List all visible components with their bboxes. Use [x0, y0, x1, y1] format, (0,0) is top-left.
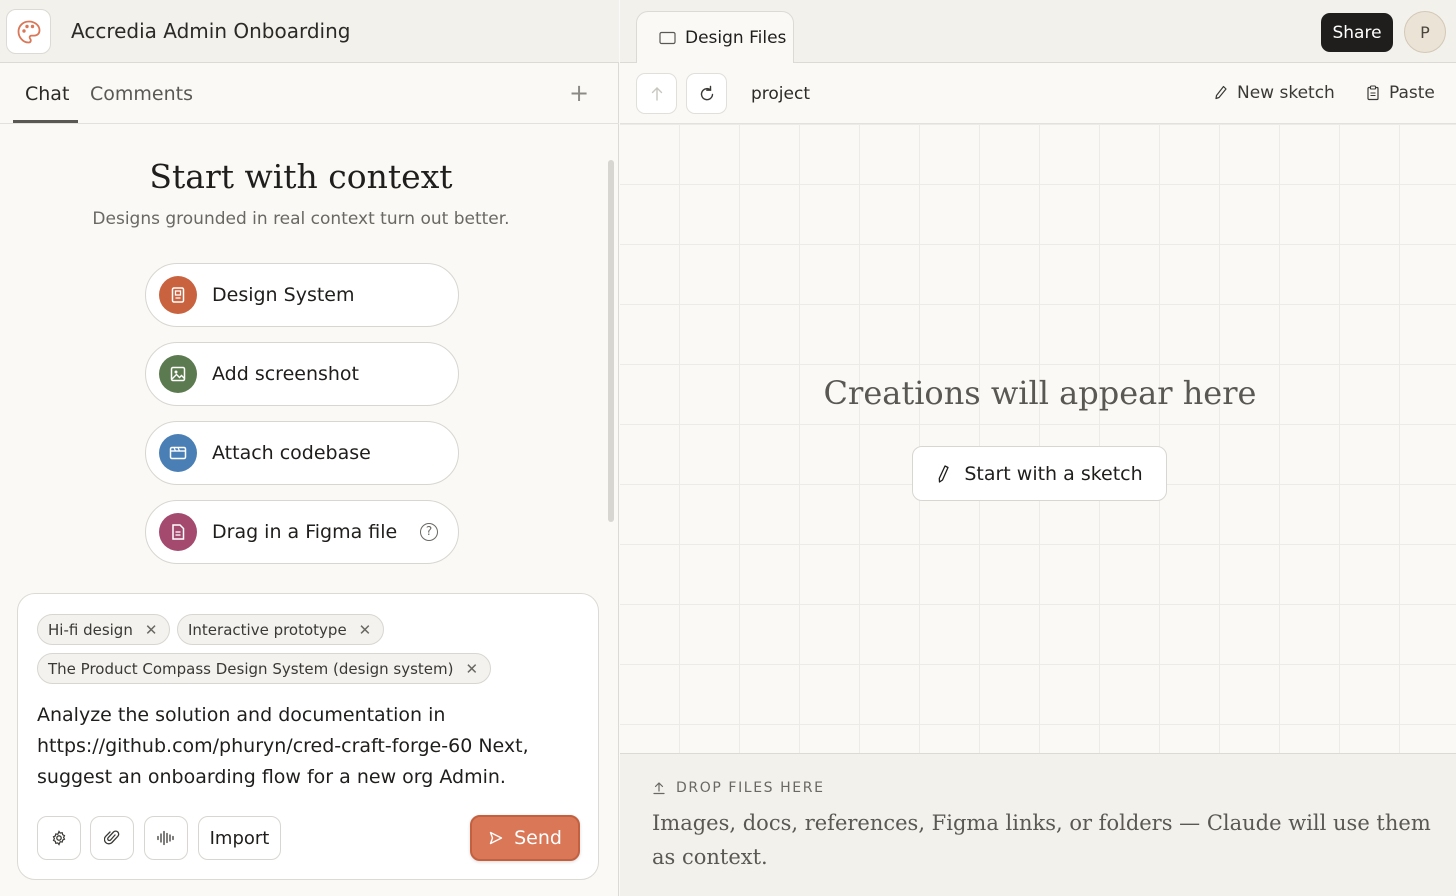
context-heading: Start with context [149, 157, 453, 196]
send-button[interactable]: Send [470, 815, 580, 861]
paperclip-icon [104, 830, 120, 845]
go-up-button[interactable] [636, 73, 677, 114]
clipboard-icon [1367, 85, 1379, 101]
import-button[interactable]: Import [198, 816, 281, 860]
pencil-icon [938, 464, 949, 483]
folder-icon [659, 31, 676, 45]
image-icon [159, 355, 197, 393]
attach-codebase-label: Attach codebase [212, 442, 371, 464]
design-canvas[interactable]: Creations will appear here Start with a … [620, 124, 1456, 753]
active-tab-indicator [13, 120, 78, 123]
composer: Hi-fi design ✕ Interactive prototype ✕ T… [17, 593, 599, 880]
send-icon [489, 831, 503, 845]
app-logo-button[interactable] [6, 9, 51, 54]
close-icon[interactable]: ✕ [465, 660, 478, 678]
palette-icon [17, 20, 40, 43]
add-screenshot-button[interactable]: Add screenshot [145, 342, 459, 406]
paste-button[interactable]: Paste [1366, 83, 1435, 103]
upload-icon [653, 782, 665, 795]
tab-design-files[interactable]: Design Files [636, 11, 794, 64]
close-icon[interactable]: ✕ [359, 621, 372, 639]
drop-zone[interactable]: DROP FILES HERE Images, docs, references… [620, 753, 1456, 896]
attach-button[interactable] [90, 816, 134, 860]
tab-chat[interactable]: Chat [25, 83, 69, 105]
tab-label: Design Files [685, 28, 787, 48]
design-system-label: Design System [212, 284, 355, 306]
start-sketch-button[interactable]: Start with a sketch [912, 446, 1167, 501]
chip-hifi-design: Hi-fi design ✕ [37, 614, 171, 645]
chip-interactive-prototype: Interactive prototype ✕ [177, 614, 385, 645]
chat-panel: Accredia Admin Onboarding Chat Comments … [0, 0, 619, 896]
pencil-icon [1215, 85, 1227, 100]
file-toolbar: project New sketch Paste [620, 63, 1456, 124]
context-subheading: Designs grounded in real context turn ou… [92, 209, 510, 229]
breadcrumb[interactable]: project [751, 84, 810, 104]
figma-file-icon [159, 513, 197, 551]
drop-zone-title: DROP FILES HERE [676, 780, 825, 796]
gear-icon [52, 830, 66, 846]
start-sketch-label: Start with a sketch [964, 462, 1143, 485]
design-system-button[interactable]: Design System [145, 263, 459, 327]
close-icon[interactable]: ✕ [145, 621, 158, 639]
waveform-icon [157, 830, 174, 846]
chip-design-system: The Product Compass Design System (desig… [37, 653, 492, 684]
chat-topbar: Accredia Admin Onboarding [0, 0, 619, 63]
refresh-button[interactable] [686, 73, 727, 114]
scrollbar[interactable] [608, 160, 614, 522]
paste-label: Paste [1389, 83, 1435, 103]
settings-button[interactable] [37, 816, 81, 860]
attach-codebase-button[interactable]: Attach codebase [145, 421, 459, 485]
chip-label: The Product Compass Design System (desig… [48, 659, 454, 678]
drop-zone-description: Images, docs, references, Figma links, o… [652, 811, 1431, 869]
empty-state-title: Creations will appear here [823, 374, 1257, 412]
design-system-icon [159, 276, 197, 314]
new-sketch-label: New sketch [1237, 83, 1335, 103]
arrow-up-icon [651, 86, 662, 101]
prompt-input[interactable]: Analyze the solution and documentation i… [37, 700, 577, 793]
app-title: Accredia Admin Onboarding [71, 19, 351, 43]
chip-label: Hi-fi design [48, 620, 133, 639]
send-label: Send [514, 827, 562, 849]
folder-code-icon [159, 434, 197, 472]
voice-button[interactable] [144, 816, 188, 860]
add-tab-button[interactable]: + [569, 79, 589, 107]
add-screenshot-label: Add screenshot [212, 363, 359, 385]
help-icon[interactable]: ? [420, 523, 438, 541]
share-button[interactable]: Share [1321, 13, 1393, 52]
chip-label: Interactive prototype [188, 620, 347, 639]
tab-comments[interactable]: Comments [90, 83, 193, 105]
figma-file-label: Drag in a Figma file [212, 521, 398, 543]
avatar[interactable]: P [1404, 11, 1446, 53]
design-panel: Design Files Share P project New sketch … [620, 0, 1456, 896]
design-topbar: Design Files Share P [620, 0, 1456, 64]
refresh-icon [700, 85, 713, 100]
figma-file-button[interactable]: Drag in a Figma file ? [145, 500, 459, 564]
chat-tabs: Chat Comments + [0, 63, 619, 124]
new-sketch-button[interactable]: New sketch [1214, 83, 1335, 103]
drop-zone-label: DROP FILES HERE [652, 780, 825, 796]
